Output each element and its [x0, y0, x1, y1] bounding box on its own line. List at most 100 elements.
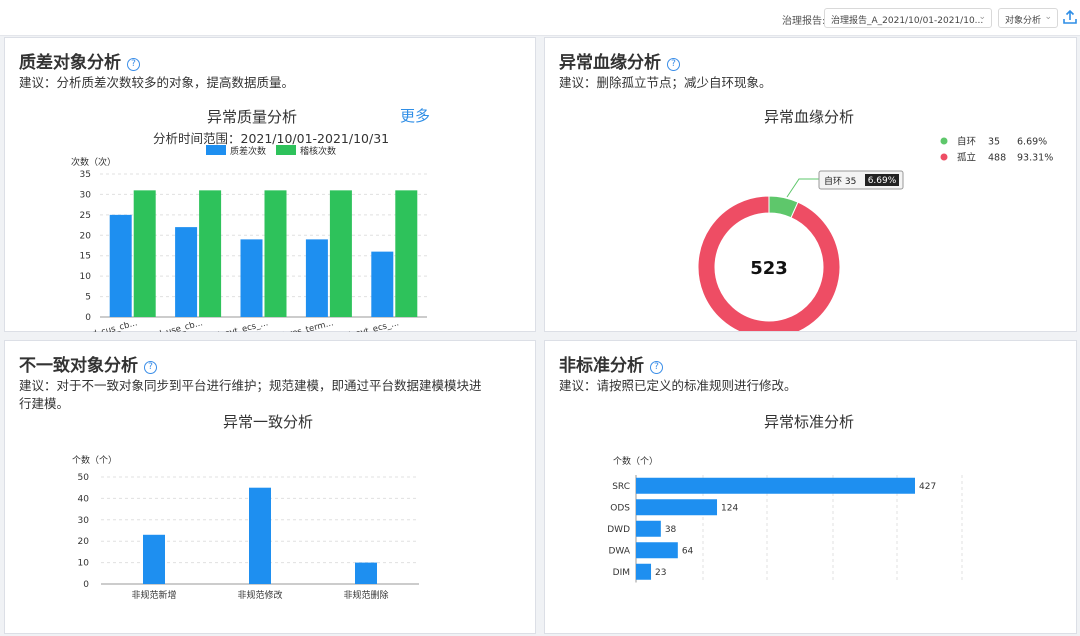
card-title: 非标准分析?	[559, 351, 663, 376]
chevron-down-icon: ⌄	[978, 12, 986, 22]
callout-line	[786, 178, 819, 198]
card-advice: 建议：分析质差次数较多的对象，提高数据质量。	[19, 75, 295, 90]
bar-value-label: 38	[665, 525, 677, 535]
legend-value: 35	[988, 137, 1000, 148]
chart-title: 异常标准分析	[764, 413, 855, 431]
x-tick-label: 非规范新增	[131, 589, 176, 601]
legend-label: 稽核次数	[300, 145, 336, 157]
x-tick-label: dwa_s_d_use_cb...	[126, 318, 204, 332]
report-label: 治理报告:	[782, 16, 826, 27]
y-tick-label: 20	[78, 537, 90, 547]
nonstandard-card: 非标准分析? 建议：请按照已定义的标准规则进行修改。 异常标准分析 个数（个） S…	[544, 340, 1077, 634]
report-select[interactable]: 治理报告_A_2021/10/01-2021/10... ⌄	[824, 8, 992, 28]
bar	[636, 477, 915, 494]
bar	[355, 562, 377, 584]
advice-line-1: 建议：对于不一致对象同步到平台进行维护；规范建模，即通过平台数据建模模块进	[19, 378, 482, 393]
legend-dot	[940, 137, 948, 145]
report-select-value: 治理报告_A_2021/10/01-2021/10...	[831, 16, 984, 26]
x-tick-label: dwa_v_d_cus_cb...	[61, 318, 139, 332]
y-tick-label: 5	[85, 293, 91, 303]
inconsistent-bar-chart: 个数（个） 0 10 20 30 40 50 非规范新增 非规范修改 非规范删除	[72, 454, 419, 601]
card-title: 不一致对象分析?	[19, 351, 157, 376]
y-tick-label: DWA	[609, 546, 631, 556]
y-tick-label: DIM	[613, 568, 630, 578]
y-tick-label: 40	[78, 494, 90, 504]
more-link[interactable]: 更多	[400, 105, 430, 126]
quality-bar-chart: 质差次数 稽核次数次数（次） 0 5 10 15 20 25 30 35 dwa_v_d_cus_c…	[61, 145, 427, 332]
y-axis-label: 次数（次）	[71, 156, 116, 168]
chart-title: 异常质量分析	[207, 108, 298, 126]
y-tick-label: 30	[80, 190, 92, 200]
inconsistent-card: 不一致对象分析? 建议：对于不一致对象同步到平台进行维护；规范建模，即通过平台数…	[4, 340, 536, 634]
x-tick-label: dwd_d_evt_ecs_...	[193, 318, 269, 332]
quality-card: 质差对象分析? 建议：分析质差次数较多的对象，提高数据质量。 异常质量分析 更多…	[4, 37, 536, 332]
bar	[240, 239, 263, 317]
legend-value: 488	[988, 153, 1006, 164]
bar	[636, 520, 661, 537]
object-select-value: 对象分析	[1005, 16, 1042, 26]
card-advice: 建议：对于不一致对象同步到平台进行维护；规范建模，即通过平台数据建模模块进 行建…	[19, 377, 482, 413]
x-tick-label: dwa_d_res_term...	[258, 318, 335, 332]
upload-icon[interactable]	[1062, 9, 1078, 25]
bar	[175, 227, 198, 317]
object-select[interactable]: 对象分析 ⌄	[998, 8, 1058, 28]
legend-swatch	[276, 145, 296, 155]
x-tick-label: 非规范修改	[237, 589, 282, 601]
card-title: 质差对象分析?	[19, 48, 140, 73]
y-tick-label: 0	[83, 580, 89, 590]
bar	[143, 534, 165, 584]
card-advice: 建议：请按照已定义的标准规则进行修改。	[559, 378, 797, 393]
y-tick-label: 30	[78, 516, 90, 526]
lineage-donut-chart: 523自环 356.69%孤立 48893.31%自环356.69%孤立4889…	[697, 136, 1053, 331]
donut-total: 523	[750, 258, 788, 279]
bar	[636, 563, 652, 580]
y-axis-label: 个数（个）	[613, 455, 658, 467]
bar-value-label: 427	[919, 482, 936, 492]
bar	[264, 190, 287, 317]
bar	[249, 487, 271, 584]
legend-name: 自环	[957, 136, 976, 148]
help-icon[interactable]: ?	[650, 361, 663, 374]
y-tick-label: DWD	[607, 525, 630, 535]
bar	[329, 190, 352, 317]
legend-percent: 93.31%	[1017, 153, 1053, 164]
callout-percent: 6.69%	[868, 176, 897, 186]
legend-percent: 6.69%	[1017, 137, 1047, 148]
help-icon[interactable]: ?	[667, 58, 680, 71]
y-tick-label: 0	[85, 313, 91, 323]
lineage-card: 异常血缘分析? 建议：删除孤立节点；减少自环现象。 异常血缘分析 523 自环 3…	[544, 37, 1077, 332]
card-advice: 建议：删除孤立节点；减少自环现象。	[559, 75, 772, 90]
bar-value-label: 23	[655, 568, 666, 578]
chevron-down-icon: ⌄	[1044, 12, 1052, 22]
legend-dot	[940, 153, 948, 161]
y-tick-label: 20	[80, 231, 92, 241]
chart-title: 异常血缘分析	[764, 108, 855, 126]
y-tick-label: 35	[80, 170, 91, 180]
bar-value-label: 124	[721, 503, 738, 513]
bar	[109, 214, 132, 317]
y-axis-label: 个数（个）	[72, 454, 117, 466]
y-tick-label: 25	[80, 211, 91, 221]
bar	[636, 499, 718, 516]
bar	[395, 190, 418, 317]
y-tick-label: 50	[78, 473, 90, 483]
bar	[199, 190, 222, 317]
bar-value-label: 64	[682, 546, 694, 556]
y-tick-label: ODS	[610, 503, 630, 513]
card-title: 异常血缘分析?	[559, 48, 680, 73]
legend-label: 质差次数	[230, 145, 266, 157]
chart-title: 异常一致分析	[223, 413, 314, 431]
help-icon[interactable]: ?	[144, 361, 157, 374]
bar	[305, 239, 328, 317]
y-tick-label: 10	[78, 559, 90, 569]
x-tick-label: 非规范删除	[343, 589, 388, 601]
y-tick-label: 10	[80, 272, 92, 282]
legend-swatch	[206, 145, 226, 155]
y-tick-label: SRC	[612, 482, 630, 492]
bar	[636, 542, 678, 559]
nonstandard-bar-chart: 个数（个） SRC 427 ODS 124 DWD 38 DWA 64 DIM 23	[607, 455, 963, 583]
bar	[371, 251, 394, 317]
bar	[133, 190, 156, 317]
help-icon[interactable]: ?	[127, 58, 140, 71]
callout-label: 自环 35	[824, 175, 856, 187]
